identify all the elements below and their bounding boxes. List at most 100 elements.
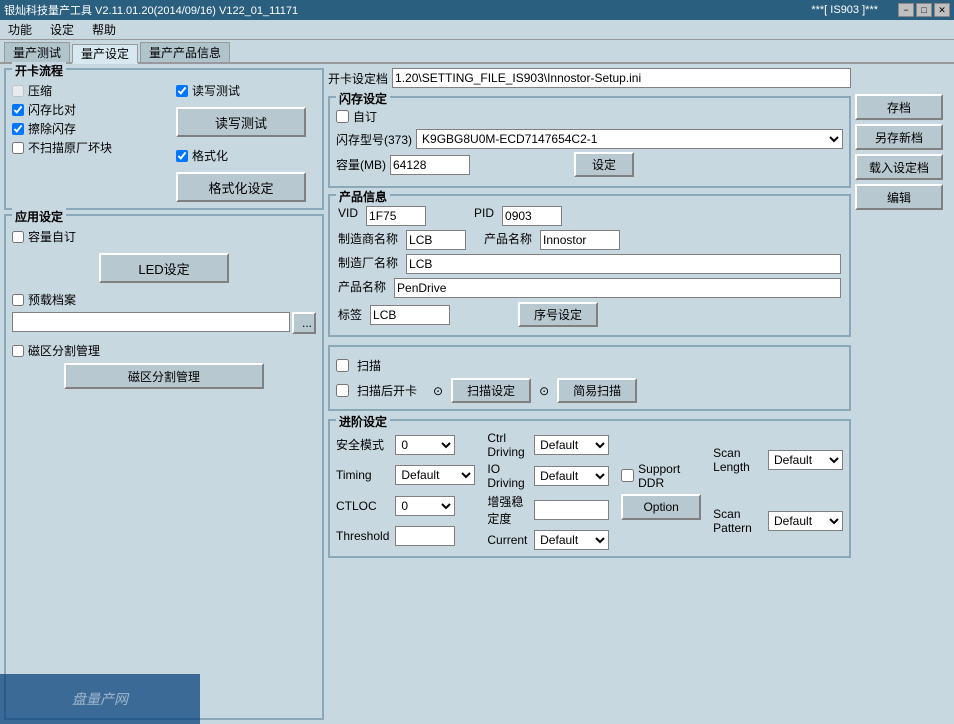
radio1-icon: ⊙ (433, 384, 443, 398)
advanced-title: 进阶设定 (336, 413, 390, 430)
flash-compare-row: 闪存比对 (12, 101, 168, 118)
support-ddr-label: Support DDR (638, 462, 701, 490)
format-row: 格式化 (176, 147, 316, 164)
read-write-test-button[interactable]: 读写测试 (176, 107, 306, 137)
support-ddr-checkbox[interactable] (621, 469, 634, 482)
save-as-button[interactable]: 另存新档 (855, 124, 943, 150)
led-settings-button[interactable]: LED设定 (99, 253, 229, 283)
safe-mode-label: 安全模式 (336, 436, 389, 453)
no-scan-row: 不扫描原厂坏块 (12, 139, 168, 156)
app-settings-title: 应用设定 (12, 208, 66, 225)
capacity-custom-checkbox[interactable] (12, 231, 24, 243)
open-card-file-label: 开卡设定档 (328, 70, 388, 87)
vid-input[interactable] (366, 206, 426, 226)
io-driving-select[interactable]: Default (534, 466, 609, 486)
window-controls: − □ ✕ (898, 3, 950, 17)
capacity-set-button[interactable]: 设定 (574, 152, 634, 177)
scan-settings-button[interactable]: 扫描设定 (451, 378, 531, 403)
title-text: 银灿科技量产工具 V2.11.01.20(2014/09/16) V122_01… (4, 2, 298, 18)
safe-mode-select[interactable]: 0 (395, 435, 455, 455)
compress-checkbox[interactable] (12, 85, 24, 97)
scan-pattern-select[interactable]: Default (768, 511, 843, 531)
flash-custom-checkbox[interactable] (336, 110, 349, 123)
ctloc-select[interactable]: 0 (395, 496, 455, 516)
vid-label: VID (338, 206, 358, 226)
serial-setting-button[interactable]: 序号设定 (518, 302, 598, 327)
partition-checkbox[interactable] (12, 345, 24, 357)
pid-input[interactable] (502, 206, 562, 226)
capacity-custom-label: 容量自订 (28, 228, 76, 245)
tag-row: 标签 序号设定 (338, 302, 841, 327)
preload-file-input[interactable] (12, 312, 290, 332)
close-button[interactable]: ✕ (934, 3, 950, 17)
menu-settings[interactable]: 设定 (46, 21, 78, 38)
erase-flash-label: 擦除闪存 (28, 120, 76, 137)
enhance-input[interactable] (534, 500, 609, 520)
menu-function[interactable]: 功能 (4, 21, 36, 38)
partition-management-button[interactable]: 磁区分割管理 (64, 363, 264, 389)
watermark: 盘量产网 (0, 674, 200, 724)
flash-model-select[interactable]: K9GBG8U0M-ECD7147654C2-1 (416, 129, 843, 149)
format-label: 格式化 (192, 147, 228, 164)
timing-label: Timing (336, 468, 389, 482)
tab-mass-product-info[interactable]: 量产产品信息 (140, 42, 230, 62)
scan-pattern-label: Scan Pattern (713, 507, 762, 535)
tab-mass-settings[interactable]: 量产设定 (72, 44, 138, 64)
io-driving-label: IO Driving (487, 462, 528, 490)
erase-flash-checkbox[interactable] (12, 123, 24, 135)
timing-select[interactable]: Default (395, 465, 475, 485)
right-main-panel: 开卡设定档 闪存设定 自订 闪存型号(373) K9GBG8U0M-ECD714… (328, 68, 851, 720)
pid-label: PID (474, 206, 494, 226)
read-write-checkbox[interactable] (176, 85, 188, 97)
minimize-button[interactable]: − (898, 3, 914, 17)
simple-scan-button[interactable]: 简易扫描 (557, 378, 637, 403)
product-input[interactable] (394, 278, 841, 298)
scan-section: 扫描 扫描后开卡 ⊙ 扫描设定 ⊙ 简易扫描 (328, 345, 851, 411)
read-write-label: 读写测试 (192, 82, 240, 99)
product-info-title: 产品信息 (336, 188, 390, 205)
flash-model-row: 闪存型号(373) K9GBG8U0M-ECD7147654C2-1 (336, 129, 843, 149)
maximize-button[interactable]: □ (916, 3, 932, 17)
tag-label: 标签 (338, 306, 362, 323)
radio2-icon: ⊙ (539, 384, 549, 398)
erase-flash-row: 擦除闪存 (12, 120, 168, 137)
scan-after-open-row: 扫描后开卡 ⊙ 扫描设定 ⊙ 简易扫描 (336, 378, 843, 403)
product-name-input[interactable] (540, 230, 620, 250)
save-button[interactable]: 存档 (855, 94, 943, 120)
read-write-test-row: 读写测试 (176, 82, 316, 99)
tag-input[interactable] (370, 305, 450, 325)
format-checkbox[interactable] (176, 150, 188, 162)
capacity-input[interactable] (390, 155, 470, 175)
scan-length-select[interactable]: Default (768, 450, 843, 470)
left-panel: 开卡流程 压缩 闪存比对 擦除闪存 (4, 68, 324, 720)
flash-compare-checkbox[interactable] (12, 104, 24, 116)
format-settings-button[interactable]: 格式化设定 (176, 172, 306, 202)
title-bar: 银灿科技量产工具 V2.11.01.20(2014/09/16) V122_01… (0, 0, 954, 20)
threshold-input[interactable] (395, 526, 455, 546)
scan-after-open-checkbox[interactable] (336, 384, 349, 397)
menu-bar: 功能 设定 帮助 (0, 20, 954, 40)
option-button[interactable]: Option (621, 494, 701, 520)
product-label: 产品名称 (338, 278, 386, 298)
current-label: Current (487, 533, 528, 547)
tabs-bar: 量产测试 量产设定 量产产品信息 (0, 40, 954, 64)
open-card-file-input[interactable] (392, 68, 851, 88)
no-scan-checkbox[interactable] (12, 142, 24, 154)
flash-compare-label: 闪存比对 (28, 101, 76, 118)
ctloc-label: CTLOC (336, 499, 389, 513)
preload-file-row: 预载档案 (12, 291, 316, 308)
right-buttons-panel: 存档 另存新档 载入设定档 编辑 (855, 68, 950, 720)
flash-settings-title: 闪存设定 (336, 90, 390, 107)
browse-button[interactable]: ... (292, 312, 316, 334)
tab-mass-test[interactable]: 量产测试 (4, 42, 70, 62)
flash-settings-section: 闪存设定 自订 闪存型号(373) K9GBG8U0M-ECD7147654C2… (328, 96, 851, 188)
preload-file-checkbox[interactable] (12, 294, 24, 306)
ctrl-driving-select[interactable]: Default (534, 435, 609, 455)
current-select[interactable]: Default (534, 530, 609, 550)
manufacturer-name-input[interactable] (406, 230, 466, 250)
load-button[interactable]: 载入设定档 (855, 154, 943, 180)
scan-checkbox[interactable] (336, 359, 349, 372)
edit-button[interactable]: 编辑 (855, 184, 943, 210)
menu-help[interactable]: 帮助 (88, 21, 120, 38)
manufacturer-input[interactable] (406, 254, 841, 274)
